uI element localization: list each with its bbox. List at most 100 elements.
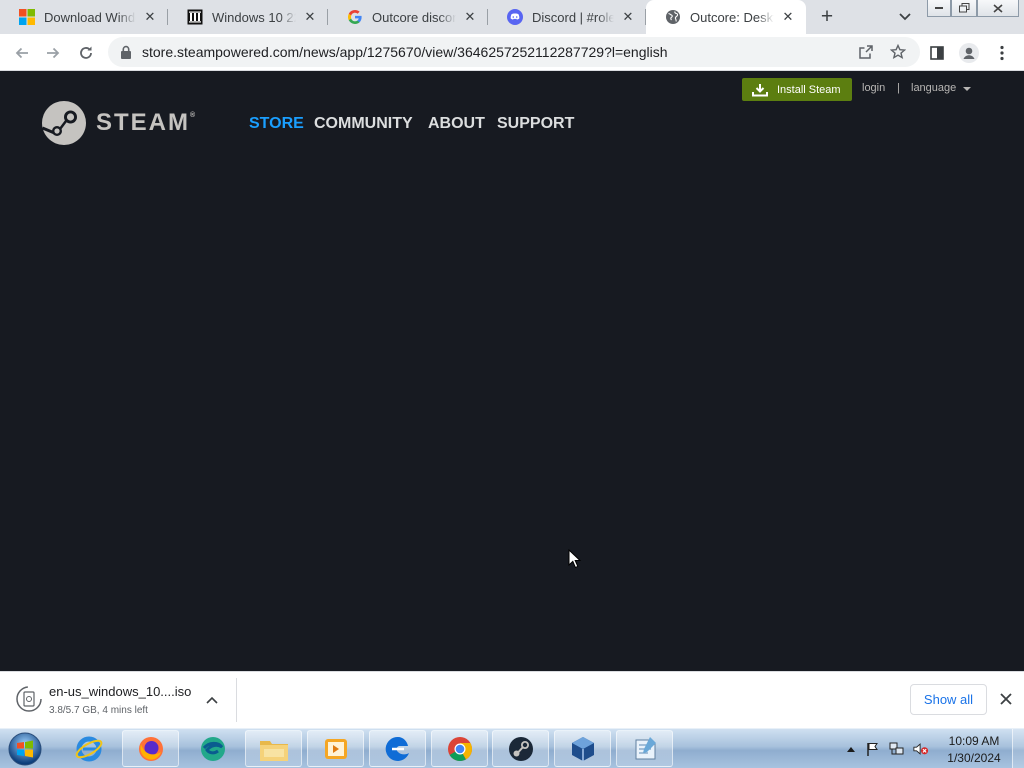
virtualbox-icon [571,736,594,761]
back-button[interactable] [9,40,35,66]
tab-close-icon[interactable]: ✕ [302,9,318,25]
taskbar-file-explorer[interactable] [245,730,302,767]
nav-store[interactable]: STORE [249,115,304,133]
top-link-separator: | [897,82,900,94]
star-icon [890,44,906,60]
disc-image-file-icon[interactable] [16,686,42,712]
tab-download-windows[interactable]: Download Windows 10 ✕ [0,0,168,34]
address-bar[interactable]: store.steampowered.com/news/app/1275670/… [108,37,920,67]
bookmark-button[interactable] [888,42,908,62]
show-desktop-button[interactable] [1012,729,1024,768]
taskbar-firefox[interactable] [122,730,179,767]
url-text[interactable]: store.steampowered.com/news/app/1275670/… [142,44,668,60]
tab-close-icon[interactable]: ✕ [780,9,796,25]
bing-icon [200,736,225,761]
download-status: 3.8/5.7 GB, 4 mins left [49,705,148,716]
close-window-button[interactable] [977,0,1019,17]
share-icon [859,45,873,59]
tab-close-icon[interactable]: ✕ [462,9,478,25]
clock-time[interactable]: 10:09 AM [944,734,1004,748]
taskbar-edge[interactable] [369,730,426,767]
tab-title: Outcore: Desktop Adventure [690,9,774,25]
tab-title: Windows 10 22H2 [212,9,296,25]
minimize-button[interactable] [927,0,951,17]
tab-windows-22h2[interactable]: Windows 10 22H2 ✕ [168,0,328,34]
tab-close-icon[interactable]: ✕ [142,9,158,25]
volume-button[interactable] [913,741,929,757]
clock-date[interactable]: 1/30/2024 [944,751,1004,765]
language-link[interactable]: language [911,82,956,94]
menu-button[interactable] [989,40,1015,66]
forward-arrow-icon [47,47,60,59]
flag-icon [867,743,878,756]
globe-icon [664,9,681,26]
show-all-button[interactable]: Show all [910,684,987,715]
profile-button[interactable] [956,40,982,66]
tab-search-chevron-icon[interactable] [894,6,916,28]
taskbar-steam[interactable] [492,730,549,767]
windows-taskbar: 10:09 AM 1/30/2024 [0,728,1024,768]
edge-icon [385,736,409,761]
forward-button[interactable] [40,40,66,66]
shelf-divider [236,678,237,722]
taskbar-media-player[interactable] [307,730,364,767]
minimize-icon [935,7,943,9]
download-options-button[interactable] [204,692,220,708]
taskbar-chrome[interactable] [431,730,488,767]
tab-discord-roles[interactable]: Discord | #roles | Outcore ✕ [488,0,646,34]
tab-close-icon[interactable]: ✕ [620,9,636,25]
tab-outcore-discord-search[interactable]: Outcore discord developer ✕ [328,0,488,34]
show-hidden-icons-button[interactable] [843,741,859,757]
media-player-icon [324,738,347,759]
taskbar-notepad[interactable] [616,730,673,767]
install-steam-label: Install Steam [777,83,841,96]
notepad-icon [635,736,656,759]
network-button[interactable] [889,741,905,757]
reload-icon [80,46,92,59]
nav-about[interactable]: ABOUT [428,115,485,133]
tab-title: Download Windows 10 [44,9,136,25]
nav-community[interactable]: COMMUNITY [314,115,413,133]
tab-outcore-desktop-adventure[interactable]: Outcore: Desktop Adventure ✕ [646,0,806,34]
browser-tab-strip: Download Windows 10 ✕ Windows 10 22H2 ✕ … [0,0,1024,34]
caret-down-icon[interactable] [963,87,971,91]
close-shelf-button[interactable] [997,690,1015,708]
network-icon [889,742,904,755]
chevron-up-icon [206,696,218,704]
bank-building-icon [186,9,203,26]
lock-icon[interactable] [120,45,132,59]
action-center-button[interactable] [865,741,881,757]
taskbar-virtualbox[interactable] [554,730,611,767]
side-panel-button[interactable] [924,40,950,66]
chrome-icon [447,736,472,761]
side-panel-icon [930,46,944,60]
new-tab-button[interactable]: + [815,5,839,29]
steam-logo-icon[interactable] [41,100,87,146]
install-steam-button[interactable]: Install Steam [742,78,852,101]
back-arrow-icon [15,47,28,59]
steam-wordmark[interactable]: STEAM® [96,109,195,137]
taskbar-internet-explorer[interactable] [60,730,117,767]
browser-toolbar: store.steampowered.com/news/app/1275670/… [0,34,1024,71]
reload-button[interactable] [73,40,99,66]
tab-title: Discord | #roles | Outcore [532,9,614,25]
login-link[interactable]: login [862,82,885,94]
download-file-name[interactable]: en-us_windows_10....iso [49,684,191,699]
restore-button[interactable] [951,0,977,17]
share-button[interactable] [856,42,876,62]
mouse-cursor-icon [568,549,582,569]
steam-wordmark-text: STEAM [96,109,190,136]
firefox-icon [138,736,163,761]
avatar-icon [959,43,979,63]
steam-page: Install Steam login | language STEAM® ST… [0,71,1024,671]
registered-mark: ® [190,112,196,119]
taskbar-bing[interactable] [184,730,241,767]
file-explorer-icon [259,740,288,761]
tab-title: Outcore discord developer [372,9,456,25]
windows-logo-icon [18,9,35,26]
start-orb-icon[interactable] [6,731,44,767]
nav-support[interactable]: SUPPORT [497,115,574,133]
restore-icon [958,3,969,13]
discord-icon [506,9,523,26]
steam-icon [508,736,533,761]
